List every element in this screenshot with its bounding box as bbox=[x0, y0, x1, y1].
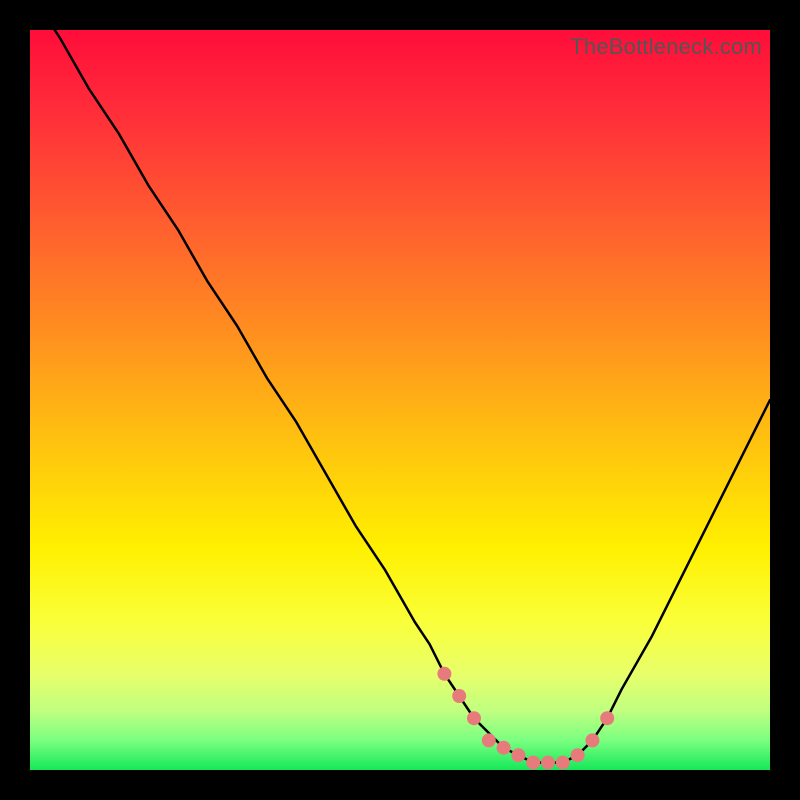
highlight-dot bbox=[600, 711, 614, 725]
highlight-dot bbox=[467, 711, 481, 725]
highlight-dot bbox=[526, 756, 540, 770]
highlight-dot bbox=[541, 756, 555, 770]
bottleneck-curve bbox=[30, 30, 770, 763]
highlight-dot bbox=[482, 733, 496, 747]
highlight-dot bbox=[511, 748, 525, 762]
plot-area: TheBottleneck.com bbox=[30, 30, 770, 770]
highlight-dot bbox=[497, 741, 511, 755]
highlight-dot bbox=[437, 667, 451, 681]
highlight-dot bbox=[585, 733, 599, 747]
chart-svg bbox=[30, 30, 770, 770]
highlight-dot bbox=[556, 756, 570, 770]
highlight-dot bbox=[571, 748, 585, 762]
highlight-dot bbox=[452, 689, 466, 703]
highlight-dots bbox=[437, 667, 614, 770]
chart-container: TheBottleneck.com bbox=[0, 0, 800, 800]
